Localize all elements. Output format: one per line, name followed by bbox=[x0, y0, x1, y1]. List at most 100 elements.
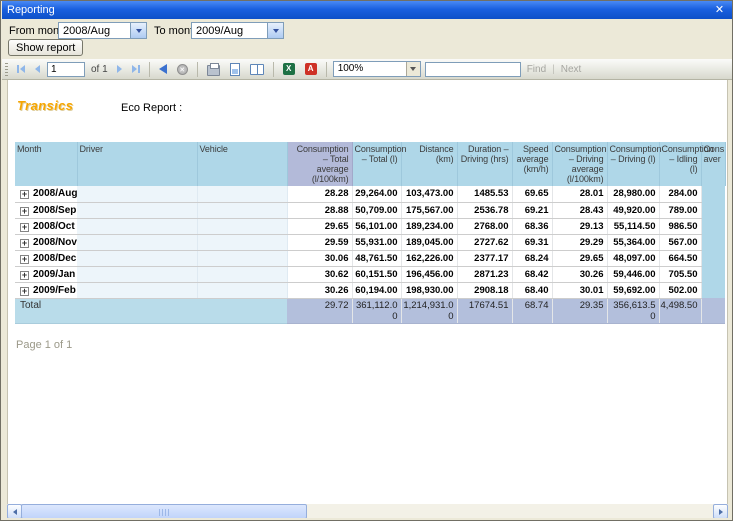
back-button[interactable] bbox=[156, 63, 170, 75]
value-cell: 2727.62 bbox=[457, 234, 512, 250]
value-cell: 59,446.00 bbox=[607, 266, 659, 282]
value-cell: 198,930.00 bbox=[401, 282, 457, 298]
clipped-column-cell bbox=[701, 186, 725, 202]
transics-logo: Transics bbox=[17, 98, 73, 113]
driver-cell bbox=[77, 266, 197, 282]
first-page-button[interactable] bbox=[14, 64, 28, 74]
clipped-column-cell bbox=[701, 202, 725, 218]
stop-button[interactable] bbox=[174, 63, 191, 76]
value-cell: 30.62 bbox=[287, 266, 352, 282]
vehicle-cell bbox=[197, 266, 287, 282]
previous-page-icon bbox=[35, 65, 40, 73]
zoom-combobox[interactable]: 100% bbox=[333, 61, 421, 77]
find-text-input[interactable] bbox=[425, 62, 521, 77]
to-month-combobox[interactable]: 2009/Aug bbox=[191, 22, 284, 39]
expand-icon[interactable] bbox=[20, 190, 29, 199]
find-next-separator: | bbox=[552, 64, 555, 75]
close-button[interactable]: ✕ bbox=[711, 3, 728, 17]
pdf-icon bbox=[305, 63, 317, 75]
month-cell: 2009/Feb bbox=[15, 282, 77, 298]
value-cell: 29.65 bbox=[552, 250, 607, 266]
value-cell: 30.26 bbox=[287, 282, 352, 298]
scroll-left-button[interactable] bbox=[7, 504, 22, 519]
toolbar-grip[interactable] bbox=[5, 63, 8, 76]
column-header: Duration – Driving (hrs) bbox=[457, 142, 512, 186]
value-cell: 50,709.00 bbox=[352, 202, 401, 218]
driver-cell bbox=[77, 282, 197, 298]
expand-icon[interactable] bbox=[20, 271, 29, 280]
value-cell: 56,101.00 bbox=[352, 218, 401, 234]
value-cell: 30.06 bbox=[287, 250, 352, 266]
expand-icon[interactable] bbox=[20, 287, 29, 296]
show-report-button[interactable]: Show report bbox=[8, 39, 83, 56]
driver-cell bbox=[77, 186, 197, 202]
value-cell: 68.36 bbox=[512, 218, 552, 234]
find-link[interactable]: Find bbox=[525, 64, 548, 75]
value-cell: 29.13 bbox=[552, 218, 607, 234]
expand-icon[interactable] bbox=[20, 223, 29, 232]
last-page-icon-bar bbox=[138, 65, 140, 73]
value-cell: 29.65 bbox=[287, 218, 352, 234]
column-header: Consumption – Driving average (l/100km) bbox=[552, 142, 607, 186]
vehicle-cell bbox=[197, 250, 287, 266]
total-label-cell: Total bbox=[15, 298, 77, 323]
zoom-dropdown-button[interactable] bbox=[406, 62, 420, 76]
value-cell: 60,194.00 bbox=[352, 282, 401, 298]
printer-icon bbox=[207, 65, 220, 76]
eco-report-table: MonthDriverVehicleConsumption – Total av… bbox=[15, 142, 726, 324]
value-cell: 60,151.50 bbox=[352, 266, 401, 282]
total-value-cell: 29.35 bbox=[552, 298, 607, 323]
vehicle-cell bbox=[197, 282, 287, 298]
next-page-icon bbox=[117, 65, 122, 73]
next-page-button[interactable] bbox=[114, 64, 125, 74]
expand-icon[interactable] bbox=[20, 207, 29, 216]
month-cell: 2008/Dec bbox=[15, 250, 77, 266]
table-row: 2008/Nov29.5955,931.00189,045.002727.626… bbox=[15, 234, 725, 250]
last-page-button[interactable] bbox=[129, 64, 143, 74]
vehicle-cell bbox=[197, 202, 287, 218]
to-month-dropdown-button[interactable] bbox=[267, 23, 283, 38]
clipped-column-cell bbox=[701, 266, 725, 282]
expand-icon[interactable] bbox=[20, 255, 29, 264]
chevron-down-icon bbox=[136, 29, 142, 33]
table-row: 2008/Sep28.8850,709.00175,567.002536.786… bbox=[15, 202, 725, 218]
current-page-input[interactable] bbox=[47, 62, 85, 77]
value-cell: 175,567.00 bbox=[401, 202, 457, 218]
next-link[interactable]: Next bbox=[559, 64, 584, 75]
print-button[interactable] bbox=[204, 62, 223, 77]
month-cell: 2008/Nov bbox=[15, 234, 77, 250]
value-cell: 196,456.00 bbox=[401, 266, 457, 282]
value-cell: 189,234.00 bbox=[401, 218, 457, 234]
previous-page-button[interactable] bbox=[32, 64, 43, 74]
expand-icon[interactable] bbox=[20, 239, 29, 248]
value-cell: 28,980.00 bbox=[607, 186, 659, 202]
scroll-right-icon bbox=[719, 509, 723, 515]
value-cell: 2536.78 bbox=[457, 202, 512, 218]
page-setup-button[interactable] bbox=[247, 63, 267, 76]
to-month-value: 2009/Aug bbox=[192, 23, 267, 38]
value-cell: 284.00 bbox=[659, 186, 701, 202]
value-cell: 789.00 bbox=[659, 202, 701, 218]
scroll-right-button[interactable] bbox=[713, 504, 728, 519]
month-cell: 2008/Oct bbox=[15, 218, 77, 234]
column-header: Consumption – Total average (l/100km) bbox=[287, 142, 352, 186]
scrollbar-thumb[interactable] bbox=[21, 504, 307, 519]
export-pdf-button[interactable] bbox=[302, 62, 320, 76]
export-excel-button[interactable] bbox=[280, 62, 298, 76]
value-cell: 189,045.00 bbox=[401, 234, 457, 250]
from-month-dropdown-button[interactable] bbox=[130, 23, 146, 38]
value-cell: 69.31 bbox=[512, 234, 552, 250]
title-bar: Reporting ✕ bbox=[2, 1, 733, 19]
value-cell: 68.24 bbox=[512, 250, 552, 266]
horizontal-scrollbar[interactable] bbox=[7, 504, 728, 519]
vehicle-cell bbox=[197, 218, 287, 234]
clipped-column-cell bbox=[701, 234, 725, 250]
driver-cell bbox=[77, 250, 197, 266]
from-month-combobox[interactable]: 2008/Aug bbox=[58, 22, 147, 39]
toolbar-separator bbox=[273, 62, 274, 77]
page-count-label: of 1 bbox=[89, 64, 110, 75]
value-cell: 28.88 bbox=[287, 202, 352, 218]
column-header: Driver bbox=[77, 142, 197, 186]
report-title: Eco Report : bbox=[121, 102, 182, 114]
print-layout-button[interactable] bbox=[227, 62, 243, 77]
